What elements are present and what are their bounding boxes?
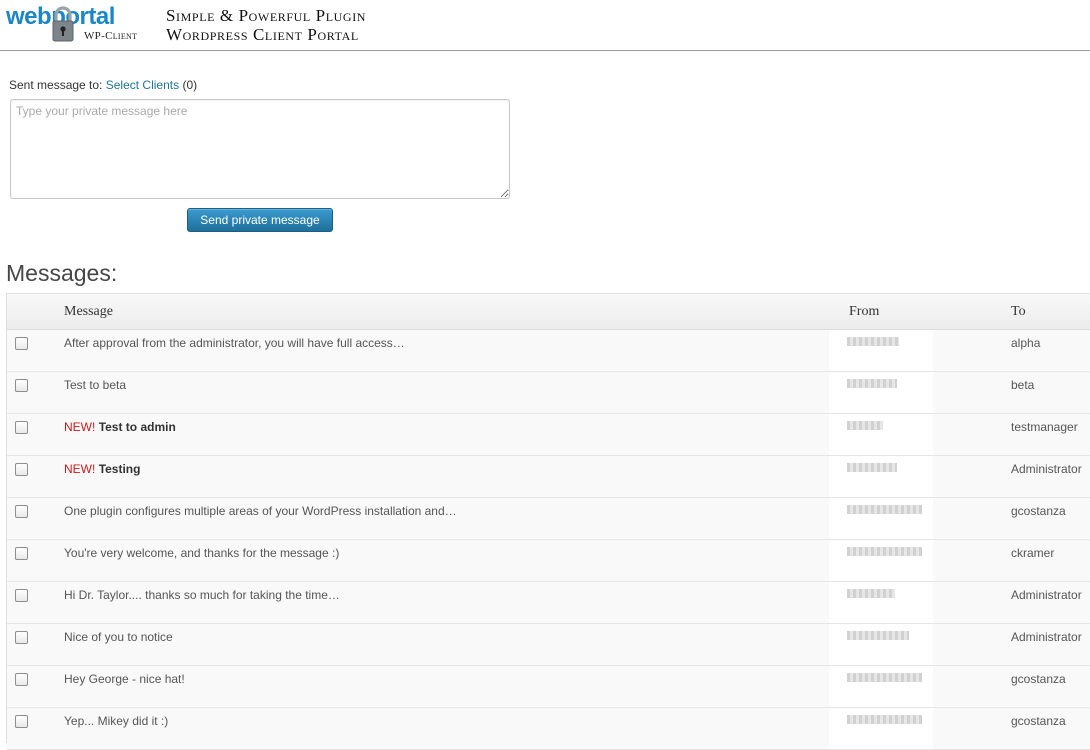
message-row[interactable]: After approval from the administrator, y… — [7, 330, 1090, 372]
recipient-name: Administrator — [1011, 462, 1082, 476]
redacted-sender — [847, 421, 883, 430]
recipient-name: testmanager — [1011, 420, 1078, 434]
message-text[interactable]: You're very welcome, and thanks for the … — [64, 546, 339, 560]
message-row[interactable]: Hey George - nice hat! gcostanza — [7, 666, 1090, 708]
message-snippet[interactable]: Yep... Mikey did it :) — [64, 714, 168, 728]
recipient-name: gcostanza — [1011, 714, 1066, 728]
message-row[interactable]: One plugin configures multiple areas of … — [7, 498, 1090, 540]
from-cell — [829, 498, 933, 539]
row-checkbox[interactable] — [15, 589, 28, 602]
logo-web-text: web — [6, 3, 52, 30]
message-snippet[interactable]: You're very welcome, and thanks for the … — [64, 546, 339, 560]
message-text[interactable]: Hi Dr. Taylor.... thanks so much for tak… — [64, 588, 340, 602]
recipient-name: Administrator — [1011, 588, 1082, 602]
recipient-name: gcostanza — [1011, 672, 1066, 686]
logo-subtitle: WP-Client — [84, 30, 138, 42]
row-checkbox[interactable] — [15, 505, 28, 518]
table-header: Message From To — [7, 294, 1090, 330]
row-checkbox[interactable] — [15, 337, 28, 350]
message-snippet[interactable]: After approval from the administrator, y… — [64, 336, 405, 350]
message-snippet[interactable]: Test to admin — [99, 420, 176, 434]
select-clients-link[interactable]: Select Clients — [106, 78, 179, 92]
redacted-sender — [847, 505, 922, 514]
messages-table: Message From To After approval from the … — [6, 293, 1090, 750]
recipient-name: beta — [1011, 378, 1035, 392]
message-row[interactable]: NEW! Testing Administrator — [7, 456, 1090, 498]
tagline-line-1: Simple & Powerful Plugin — [166, 6, 367, 25]
message-text[interactable]: Test to beta — [64, 378, 126, 392]
message-snippet[interactable]: Hey George - nice hat! — [64, 672, 185, 686]
recipient-name: gcostanza — [1011, 504, 1066, 518]
send-private-message-button[interactable]: Send private message — [187, 208, 333, 232]
message-snippet[interactable]: Nice of you to notice — [64, 630, 173, 644]
new-badge: NEW! — [64, 420, 96, 434]
message-snippet[interactable]: Testing — [99, 462, 141, 476]
private-message-textarea[interactable] — [10, 99, 510, 199]
from-cell — [829, 708, 933, 749]
message-row[interactable]: You're very welcome, and thanks for the … — [7, 540, 1090, 582]
from-cell — [829, 582, 933, 623]
row-checkbox[interactable] — [15, 715, 28, 728]
redacted-sender — [847, 589, 895, 598]
new-badge: NEW! — [64, 462, 96, 476]
from-cell — [829, 540, 933, 581]
recipient-name: Administrator — [1011, 630, 1082, 644]
table-body: After approval from the administrator, y… — [7, 330, 1090, 750]
message-text[interactable]: Yep... Mikey did it :) — [64, 714, 168, 728]
redacted-sender — [847, 673, 922, 682]
selected-count: (0) — [182, 78, 198, 92]
message-text[interactable]: NEW! Test to admin — [64, 420, 176, 434]
message-snippet[interactable]: Test to beta — [64, 378, 126, 392]
redacted-sender — [847, 631, 909, 640]
from-cell — [829, 456, 933, 497]
message-text[interactable]: One plugin configures multiple areas of … — [64, 504, 457, 518]
recipient-name: alpha — [1011, 336, 1041, 350]
row-checkbox[interactable] — [15, 673, 28, 686]
recipient-name: ckramer — [1011, 546, 1055, 560]
sent-to-label: Sent message to: — [9, 78, 103, 92]
message-row[interactable]: Nice of you to notice Administrator — [7, 624, 1090, 666]
redacted-sender — [847, 463, 897, 472]
redacted-sender — [847, 337, 899, 346]
tagline: Simple & Powerful Plugin Wordpress Clien… — [166, 6, 366, 44]
redacted-sender — [847, 379, 897, 388]
from-cell — [829, 330, 933, 371]
from-cell — [829, 624, 933, 665]
webportal-logo[interactable]: webportal WP-Client — [6, 3, 141, 47]
column-header-to[interactable]: To — [1011, 304, 1026, 320]
row-checkbox[interactable] — [15, 379, 28, 392]
message-text[interactable]: Hey George - nice hat! — [64, 672, 185, 686]
message-snippet[interactable]: One plugin configures multiple areas of … — [64, 504, 457, 518]
from-cell — [829, 414, 933, 455]
site-header: webportal WP-Client Simple & Powerful Pl… — [0, 0, 1090, 51]
tagline-line-2: Wordpress Client Portal — [166, 25, 359, 44]
from-cell — [829, 666, 933, 707]
message-row[interactable]: Test to beta beta — [7, 372, 1090, 414]
column-header-message[interactable]: Message — [64, 304, 113, 320]
column-header-from[interactable]: From — [849, 304, 879, 320]
row-checkbox[interactable] — [15, 631, 28, 644]
row-checkbox[interactable] — [15, 463, 28, 476]
row-checkbox[interactable] — [15, 547, 28, 560]
redacted-sender — [847, 547, 922, 556]
recipient-line: Sent message to: Select Clients (0) — [9, 78, 197, 92]
message-snippet[interactable]: Hi Dr. Taylor.... thanks so much for tak… — [64, 588, 340, 602]
message-text[interactable]: After approval from the administrator, y… — [64, 336, 405, 350]
from-cell — [829, 372, 933, 413]
message-row[interactable]: Hi Dr. Taylor.... thanks so much for tak… — [7, 582, 1090, 624]
padlock-icon — [52, 6, 74, 42]
row-checkbox[interactable] — [15, 421, 28, 434]
message-text[interactable]: Nice of you to notice — [64, 630, 173, 644]
message-row[interactable]: NEW! Test to admin testmanager — [7, 414, 1090, 456]
message-text[interactable]: NEW! Testing — [64, 462, 140, 476]
messages-heading: Messages: — [6, 260, 118, 286]
redacted-sender — [847, 715, 922, 724]
message-row[interactable]: Yep... Mikey did it :) gcostanza — [7, 708, 1090, 750]
